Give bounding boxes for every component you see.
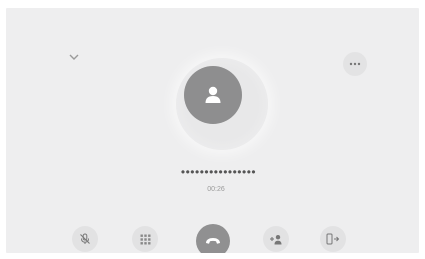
transfer-button[interactable]	[320, 226, 346, 252]
dialpad-icon	[140, 234, 150, 244]
add-participant-icon	[270, 234, 282, 244]
more-options-icon	[349, 62, 361, 66]
transfer-to-handset-icon	[326, 233, 340, 245]
chevron-down-icon	[69, 54, 79, 60]
avatar	[184, 66, 242, 124]
add-call-button[interactable]	[263, 226, 289, 252]
mute-button[interactable]	[72, 226, 98, 252]
call-screen: •••••••••••••••• 00:26	[6, 8, 419, 253]
keypad-button[interactable]	[132, 226, 158, 252]
more-options-button[interactable]	[343, 52, 367, 76]
collapse-button[interactable]	[66, 50, 82, 64]
end-call-icon	[206, 238, 220, 244]
caller-number: ••••••••••••••••	[180, 165, 257, 179]
call-duration: 00:26	[207, 186, 225, 193]
contact-person-icon	[205, 86, 221, 103]
microphone-muted-icon	[80, 233, 90, 244]
end-call-button[interactable]	[196, 224, 230, 253]
